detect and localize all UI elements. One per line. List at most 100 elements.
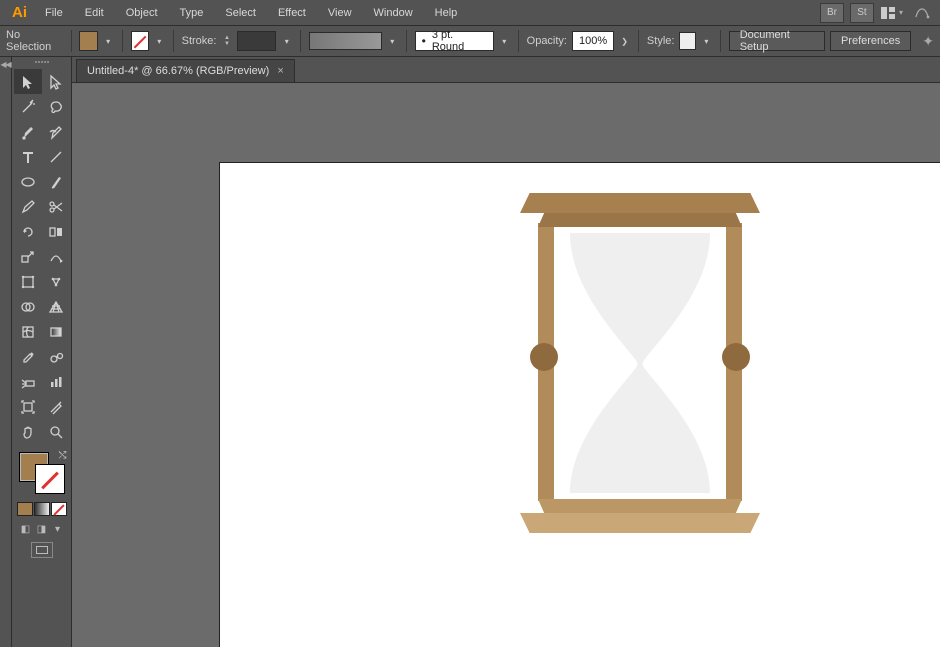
stroke-dropdown[interactable]: ▾ (154, 31, 165, 51)
color-mode-none[interactable] (51, 502, 67, 516)
tool-zoom[interactable] (42, 419, 70, 444)
menu-file[interactable]: File (35, 3, 73, 23)
style-label: Style: (647, 35, 675, 47)
canvas[interactable] (72, 83, 940, 647)
app-logo: Ai (6, 4, 33, 21)
tool-grid (14, 69, 70, 444)
stroke-color-swatch[interactable] (35, 464, 65, 494)
collapse-icon: ◀◀ (0, 60, 10, 647)
tool-measure[interactable] (42, 344, 70, 369)
tool-gradient[interactable] (42, 319, 70, 344)
hourglass-knob-right (722, 343, 750, 371)
tool-curvature[interactable] (42, 119, 70, 144)
menu-help[interactable]: Help (425, 3, 468, 23)
stock-icon[interactable]: St (850, 3, 874, 23)
brush-definition-dropdown[interactable]: ▾ (499, 31, 510, 51)
document-tab-title: Untitled-4* @ 66.67% (RGB/Preview) (87, 65, 269, 77)
tool-ellipse[interactable] (14, 169, 42, 194)
document-setup-button[interactable]: Document Setup (729, 31, 825, 51)
tool-type[interactable] (14, 144, 42, 169)
close-tab-icon[interactable]: × (277, 65, 283, 77)
screen-mode-button[interactable] (31, 542, 53, 558)
stroke-label: Stroke: (182, 35, 217, 47)
tool-hand[interactable] (14, 419, 42, 444)
tool-pen[interactable] (14, 119, 42, 144)
fill-swatch[interactable] (79, 31, 97, 51)
selection-status: No Selection (6, 29, 63, 53)
tool-perspective-grid[interactable] (42, 294, 70, 319)
stroke-weight-dropdown[interactable]: ▾ (281, 31, 292, 51)
document-tab[interactable]: Untitled-4* @ 66.67% (RGB/Preview) × (76, 59, 295, 82)
tool-puppet-warp[interactable] (42, 269, 70, 294)
tool-lasso[interactable] (42, 94, 70, 119)
color-mode-gradient[interactable] (34, 502, 50, 516)
draw-behind-icon[interactable]: ◨ (35, 522, 49, 536)
color-mode-row (17, 502, 67, 516)
stroke-weight-stepper[interactable]: ▲▼ (221, 31, 232, 51)
draw-inside-icon[interactable]: ▾ (51, 522, 65, 536)
menu-bar: Ai File Edit Object Type Select Effect V… (0, 0, 940, 25)
tool-scale[interactable] (14, 244, 42, 269)
brush-definition-value: 3 pt. Round (432, 29, 487, 53)
arrange-docs-icon[interactable]: ▾ (880, 3, 904, 23)
tool-shape-builder[interactable] (14, 294, 42, 319)
hourglass-cap-top (520, 193, 760, 213)
hourglass-cap-top-inner (538, 213, 742, 227)
tool-width[interactable] (42, 244, 70, 269)
tool-scissors[interactable] (42, 194, 70, 219)
menu-window[interactable]: Window (364, 3, 423, 23)
hourglass-glass (560, 229, 720, 497)
tool-line[interactable] (42, 144, 70, 169)
fill-stroke-control[interactable]: ⤭ (17, 450, 67, 496)
swap-fill-stroke-icon[interactable]: ⤭ (59, 450, 67, 461)
menu-effect[interactable]: Effect (268, 3, 316, 23)
fill-dropdown[interactable]: ▾ (103, 31, 114, 51)
opacity-dropdown[interactable]: ❯ (619, 31, 630, 51)
menu-object[interactable]: Object (116, 3, 168, 23)
menu-select[interactable]: Select (215, 3, 266, 23)
tool-pencil[interactable] (14, 194, 42, 219)
tool-graph[interactable] (42, 369, 70, 394)
tool-magic-wand[interactable] (14, 94, 42, 119)
tool-reflect[interactable] (42, 219, 70, 244)
panel-dock-strip[interactable]: ◀◀ (0, 57, 12, 647)
draw-mode-row: ◧ ◨ ▾ (19, 522, 65, 536)
tool-paintbrush[interactable] (42, 169, 70, 194)
preferences-button[interactable]: Preferences (830, 31, 911, 51)
tool-selection[interactable] (14, 69, 42, 94)
tool-mesh[interactable] (14, 319, 42, 344)
tool-slice[interactable] (42, 394, 70, 419)
artwork-hourglass (520, 193, 760, 533)
gpu-icon[interactable] (910, 3, 934, 23)
color-mode-color[interactable] (17, 502, 33, 516)
document-tab-bar: Untitled-4* @ 66.67% (RGB/Preview) × (72, 57, 940, 83)
menu-view[interactable]: View (318, 3, 362, 23)
menu-type[interactable]: Type (170, 3, 214, 23)
draw-normal-icon[interactable]: ◧ (19, 522, 33, 536)
hourglass-knob-left (530, 343, 558, 371)
opacity-label: Opacity: (527, 35, 567, 47)
stroke-profile-field[interactable] (309, 32, 382, 50)
tool-artboard[interactable] (14, 394, 42, 419)
graphic-style-swatch[interactable] (679, 32, 696, 50)
stroke-profile-dropdown[interactable]: ▾ (387, 31, 398, 51)
hourglass-cap-bottom-inner (538, 499, 742, 513)
stroke-swatch[interactable] (131, 31, 149, 51)
tools-panel-grip[interactable] (27, 61, 57, 66)
menu-edit[interactable]: Edit (75, 3, 114, 23)
tool-free-transform[interactable] (14, 269, 42, 294)
artboard (220, 163, 940, 647)
workspace: ◀◀ (0, 57, 940, 647)
control-bar: No Selection ▾ ▾ Stroke: ▲▼ ▾ ▾ • 3 pt. … (0, 25, 940, 57)
graphic-style-dropdown[interactable]: ▾ (701, 31, 712, 51)
opacity-field[interactable]: 100% (572, 31, 614, 51)
tool-direct-selection[interactable] (42, 69, 70, 94)
document-area: Untitled-4* @ 66.67% (RGB/Preview) × (72, 57, 940, 647)
align-to-icon[interactable]: ✦ (922, 33, 934, 50)
tool-symbol-sprayer[interactable] (14, 369, 42, 394)
tool-eyedropper[interactable] (14, 344, 42, 369)
bridge-icon[interactable]: Br (820, 3, 844, 23)
tool-rotate[interactable] (14, 219, 42, 244)
brush-definition-field[interactable]: • 3 pt. Round (415, 31, 494, 51)
stroke-weight-field[interactable] (237, 31, 276, 51)
